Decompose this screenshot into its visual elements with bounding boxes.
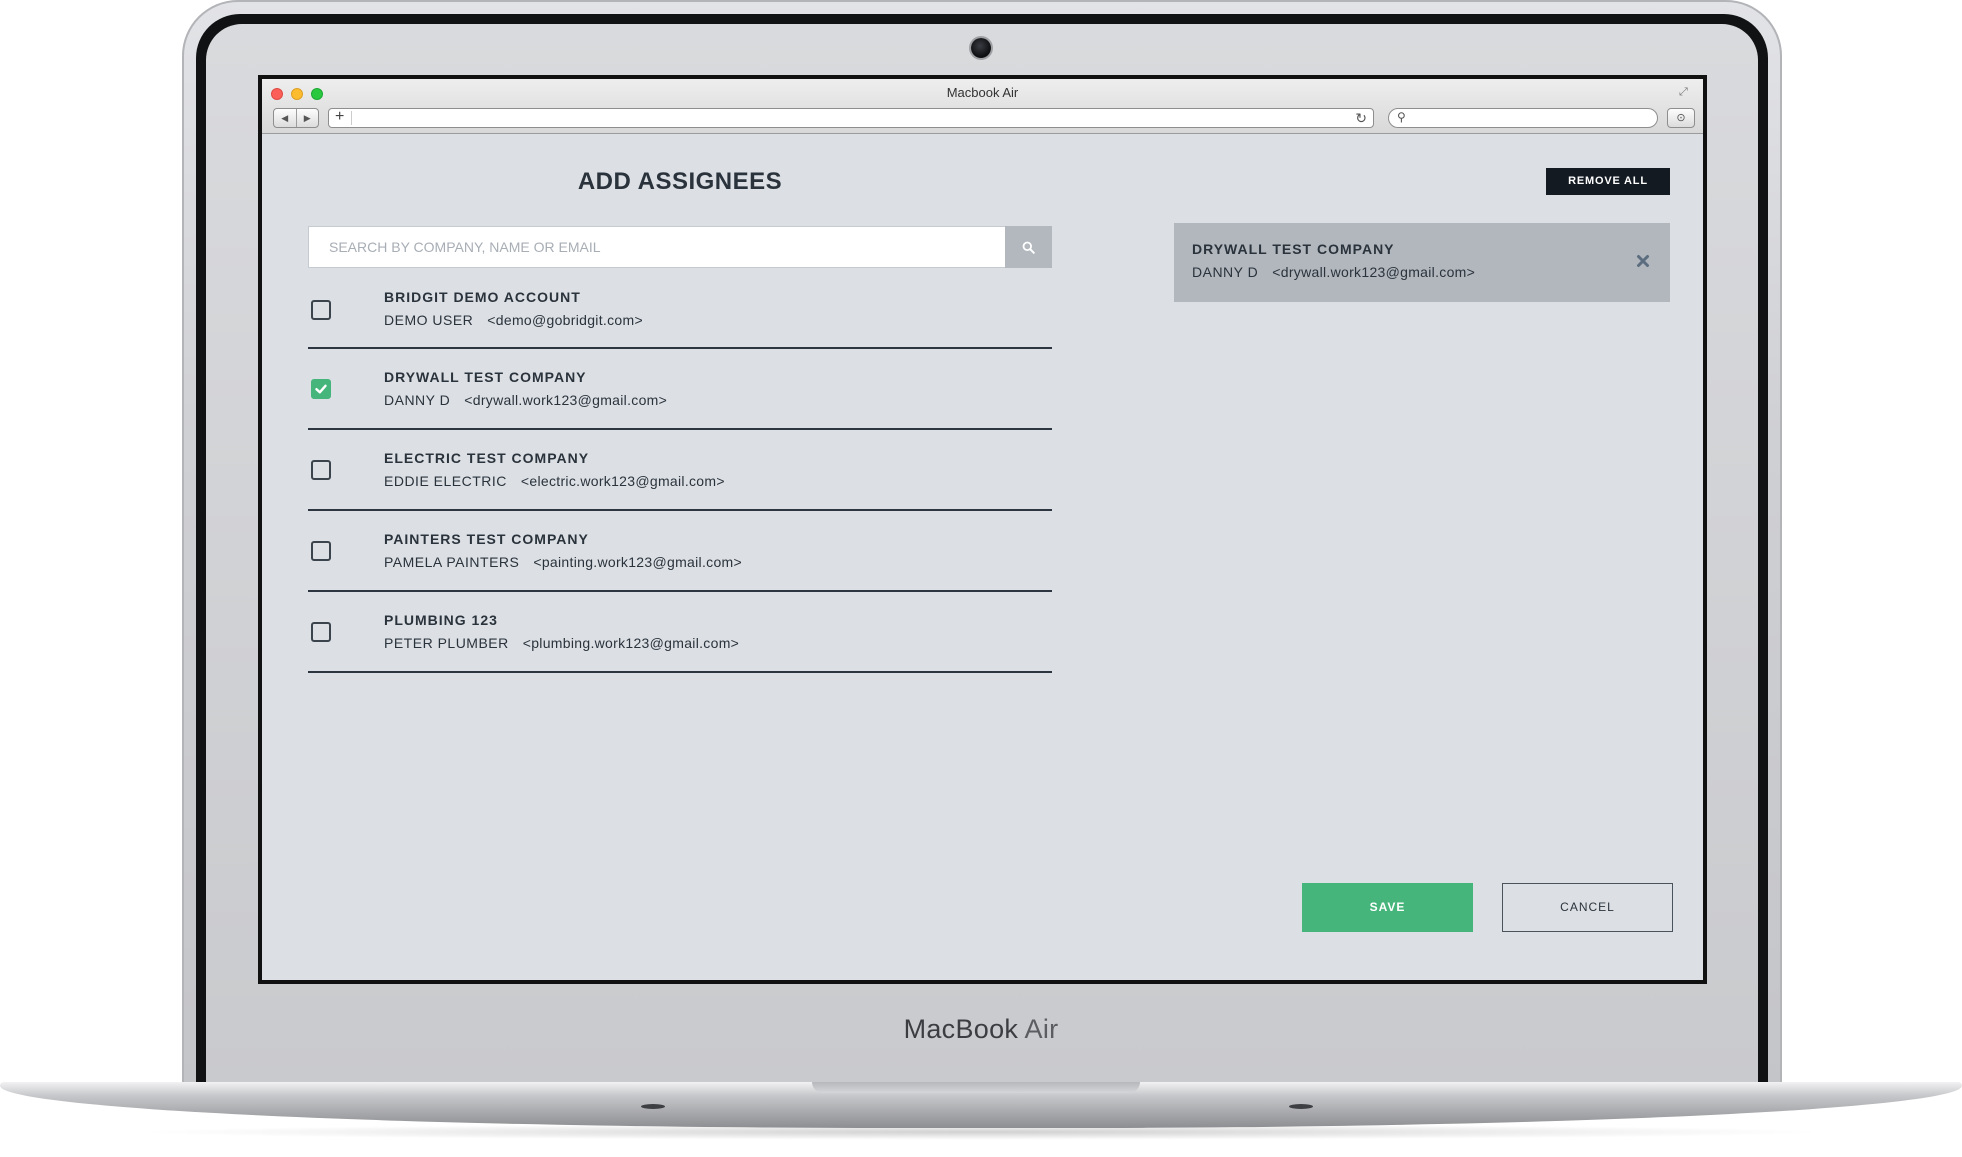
selected-contact-name: DANNY D xyxy=(1192,264,1259,280)
list-item[interactable]: BRIDGIT DEMO ACCOUNT DEMO USER <demo@gobr… xyxy=(308,268,1052,349)
contact-info: PAMELA PAINTERS <painting.work123@gmail.c… xyxy=(384,554,742,570)
address-bar-divider xyxy=(351,111,352,125)
contact-name: EDDIE ELECTRIC xyxy=(384,473,507,489)
contact-info: DANNY D <drywall.work123@gmail.com> xyxy=(384,392,667,408)
back-icon[interactable]: ◀ xyxy=(274,109,296,127)
laptop-foot-left xyxy=(641,1104,665,1109)
contact-name: DEMO USER xyxy=(384,312,474,328)
company-name: PAINTERS TEST COMPANY xyxy=(384,531,589,547)
checkmark-icon xyxy=(315,384,327,394)
close-icon[interactable] xyxy=(1635,253,1651,269)
browser-chrome: Macbook Air ⤢ ◀ ▶ + ↻ ⚲ ⊙ xyxy=(262,79,1703,134)
window-title: Macbook Air xyxy=(946,85,1019,100)
contact-name: DANNY D xyxy=(384,392,451,408)
page-title: ADD ASSIGNEES xyxy=(577,168,783,195)
contact-info: DEMO USER <demo@gobridgit.com> xyxy=(384,312,643,328)
contact-email: <drywall.work123@gmail.com> xyxy=(464,392,668,408)
laptop-base-notch xyxy=(812,1082,1140,1093)
contact-email: <plumbing.work123@gmail.com> xyxy=(522,635,740,651)
list-item[interactable]: ELECTRIC TEST COMPANY EDDIE ELECTRIC <ele… xyxy=(308,430,1052,511)
list-item[interactable]: PAINTERS TEST COMPANY PAMELA PAINTERS <pa… xyxy=(308,511,1052,592)
selected-company-name: DRYWALL TEST COMPANY xyxy=(1192,241,1395,257)
laptop-logo-brand: MacBook xyxy=(903,1014,1019,1044)
selected-contact-info: DANNY D <drywall.work123@gmail.com> xyxy=(1192,264,1475,280)
search-icon xyxy=(1022,241,1035,254)
nav-buttons: ◀ ▶ xyxy=(273,108,319,128)
screen: Macbook Air ⤢ ◀ ▶ + ↻ ⚲ ⊙ ADD ASSIGNEES xyxy=(258,75,1707,984)
contact-email: <demo@gobridgit.com> xyxy=(487,312,643,328)
cancel-button[interactable]: CANCEL xyxy=(1502,883,1673,932)
laptop-logo: MacBook Air xyxy=(0,1014,1962,1045)
contact-name: PETER PLUMBER xyxy=(384,635,509,651)
list-item[interactable]: DRYWALL TEST COMPANY DANNY D <drywall.wor… xyxy=(308,349,1052,430)
checkbox[interactable] xyxy=(311,622,331,642)
reload-icon[interactable]: ↻ xyxy=(1355,110,1367,127)
checkbox-checked[interactable] xyxy=(311,379,331,399)
company-name: DRYWALL TEST COMPANY xyxy=(384,369,587,385)
search-bar xyxy=(308,226,1052,268)
company-name: PLUMBING 123 xyxy=(384,612,498,628)
laptop-logo-model: Air xyxy=(1024,1014,1059,1044)
contact-email: <electric.work123@gmail.com> xyxy=(520,473,725,489)
list-item[interactable]: PLUMBING 123 PETER PLUMBER <plumbing.work… xyxy=(308,592,1052,673)
webcam xyxy=(971,38,991,58)
contact-info: EDDIE ELECTRIC <electric.work123@gmail.co… xyxy=(384,473,725,489)
fullscreen-icon[interactable]: ⤢ xyxy=(1679,85,1693,99)
downloads-icon[interactable]: ⊙ xyxy=(1667,108,1695,128)
browser-search-field[interactable]: ⚲ xyxy=(1388,108,1658,128)
app-page: ADD ASSIGNEES BRIDGIT DEMO ACCOUNT DEMO … xyxy=(262,134,1703,980)
company-name: ELECTRIC TEST COMPANY xyxy=(384,450,590,466)
forward-icon[interactable]: ▶ xyxy=(295,109,319,127)
checkbox[interactable] xyxy=(311,541,331,561)
contact-name: PAMELA PAINTERS xyxy=(384,554,520,570)
company-name: BRIDGIT DEMO ACCOUNT xyxy=(384,289,581,305)
search-button[interactable] xyxy=(1005,226,1052,268)
checkbox[interactable] xyxy=(311,460,331,480)
selected-assignee-card: DRYWALL TEST COMPANY DANNY D <drywall.wor… xyxy=(1174,223,1670,302)
laptop-foot-right xyxy=(1289,1104,1313,1109)
contact-info: PETER PLUMBER <plumbing.work123@gmail.com… xyxy=(384,635,739,651)
checkbox[interactable] xyxy=(311,300,331,320)
address-bar[interactable]: + ↻ xyxy=(328,108,1374,128)
remove-all-button[interactable]: REMOVE ALL xyxy=(1546,168,1670,195)
add-bookmark-icon[interactable]: + xyxy=(335,108,344,126)
save-button[interactable]: SAVE xyxy=(1302,883,1473,932)
contact-email: <painting.work123@gmail.com> xyxy=(533,554,742,570)
browser-search-icon: ⚲ xyxy=(1397,110,1406,124)
search-input[interactable] xyxy=(308,226,1005,268)
selected-contact-email: <drywall.work123@gmail.com> xyxy=(1272,264,1476,280)
